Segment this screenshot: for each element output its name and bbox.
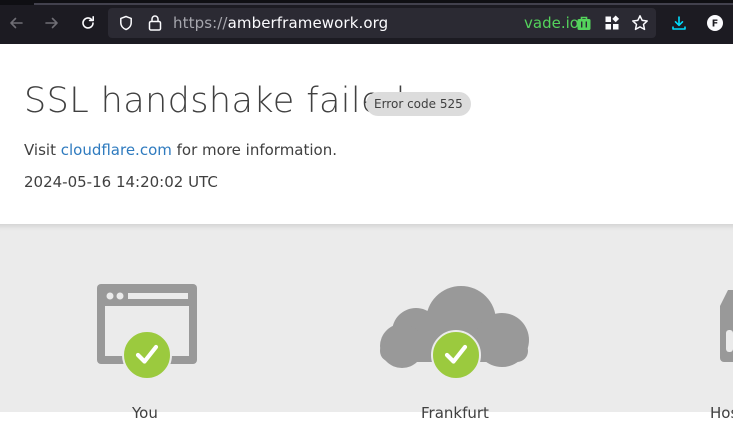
profile-button[interactable]: F <box>702 10 728 36</box>
url-host: amberframework.org <box>227 14 389 32</box>
profile-initial: F <box>712 19 719 30</box>
check-icon <box>431 330 481 380</box>
visit-prefix: Visit <box>24 141 61 159</box>
cloudflare-link[interactable]: cloudflare.com <box>61 141 172 159</box>
reload-button[interactable] <box>75 10 101 36</box>
page-title: SSL handshake failed <box>24 81 406 121</box>
error-header: SSL handshake failed Error code 525 Visi… <box>0 44 733 224</box>
avatar: F <box>707 15 723 31</box>
url-text[interactable]: https://amberframework.org <box>173 14 388 32</box>
star-icon[interactable] <box>631 14 649 32</box>
visit-suffix: for more information. <box>171 141 337 159</box>
tab-strip <box>0 0 733 5</box>
host-node-label: Host <box>710 404 733 422</box>
cloudflare-node <box>380 286 529 380</box>
url-protocol: https:// <box>173 14 228 32</box>
address-bar[interactable]: https://amberframework.org vade.io <box>108 8 656 38</box>
extensions-grid-icon[interactable] <box>604 15 620 31</box>
reload-icon <box>82 16 94 29</box>
back-button[interactable] <box>3 10 29 36</box>
shield-icon[interactable] <box>118 15 134 31</box>
cloudflare-node-label: Frankfurt <box>421 404 489 422</box>
status-diagram: You Frankfurt Host <box>0 224 733 422</box>
forward-button[interactable] <box>39 10 65 36</box>
active-tab[interactable] <box>34 3 733 5</box>
arrow-left-icon <box>10 17 23 29</box>
download-icon <box>672 16 686 30</box>
browser-node-label: You <box>132 404 158 422</box>
check-icon <box>122 330 172 380</box>
lock-icon[interactable] <box>147 14 163 32</box>
browser-toolbar: https://amberframework.org vade.io F <box>0 0 733 44</box>
host-node <box>720 290 733 362</box>
error-code-badge: Error code 525 <box>366 92 471 116</box>
more-info-text: Visit cloudflare.com for more informatio… <box>24 141 337 159</box>
server-icon <box>720 290 733 362</box>
downloads-button[interactable] <box>666 10 692 36</box>
error-timestamp: 2024-05-16 14:20:02 UTC <box>24 173 218 191</box>
browser-node <box>97 284 197 380</box>
shopping-bag-icon[interactable] <box>576 15 592 31</box>
arrow-right-icon <box>45 17 58 29</box>
vpn-extension-label[interactable]: vade.io <box>524 14 579 32</box>
